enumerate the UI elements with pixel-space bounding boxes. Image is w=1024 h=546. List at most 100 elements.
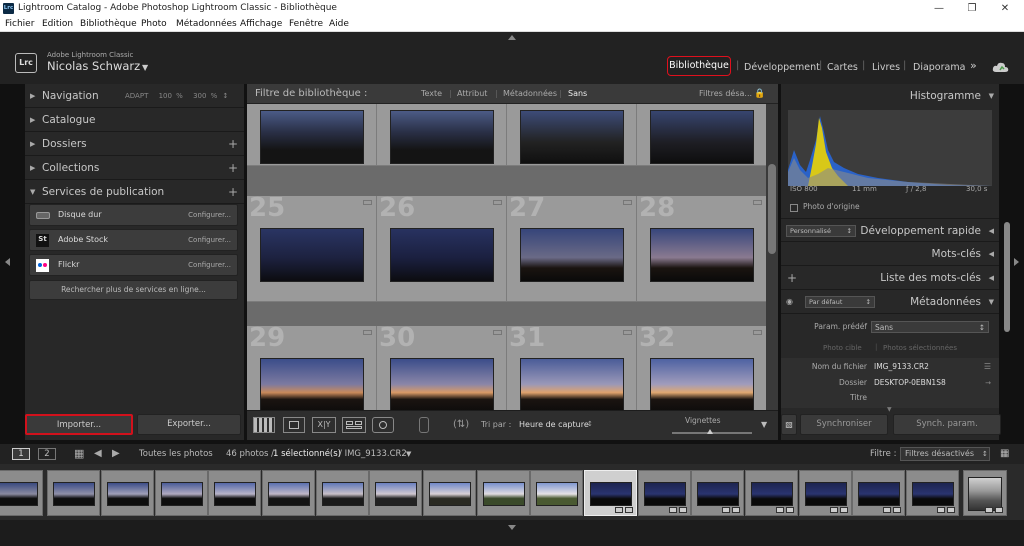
painter-icon[interactable] (419, 417, 429, 433)
flag-icon[interactable] (363, 200, 372, 205)
arrow-left-icon[interactable]: ◀ (94, 444, 102, 464)
photo-thumbnail[interactable] (650, 228, 754, 282)
toolbar-menu-chevron-icon[interactable]: ▼ (761, 420, 767, 429)
photo-thumbnail[interactable] (260, 228, 364, 282)
filmstrip-cell[interactable] (477, 470, 530, 516)
original-photo-checkbox[interactable] (790, 204, 798, 212)
grid-cell[interactable]: 31 (507, 326, 637, 410)
filmstrip-thumbnail[interactable] (805, 482, 847, 506)
grid-cell[interactable] (247, 104, 377, 166)
maximize-icon[interactable]: ❐ (957, 0, 987, 17)
scroll-down-icon[interactable]: ▼ (887, 406, 892, 413)
menu-metadonnees[interactable]: Métadonnées (176, 17, 237, 32)
filmstrip-cell[interactable] (799, 470, 852, 516)
target-photo-option[interactable]: Photo cible (823, 344, 862, 352)
export-button[interactable]: Exporter... (137, 414, 241, 435)
filter-dropdown[interactable]: Filtres désactivés (900, 447, 990, 461)
flag-icon[interactable] (623, 330, 632, 335)
photo-thumbnail[interactable] (650, 358, 754, 410)
filmstrip-thumbnail[interactable] (590, 482, 632, 506)
collections-header[interactable]: ▶ Collections + (25, 156, 244, 180)
grid-cell[interactable]: 30 (377, 326, 507, 410)
module-developpement[interactable]: Développement (744, 62, 820, 73)
module-bibliotheque[interactable]: Bibliothèque (667, 56, 731, 76)
filmstrip-thumbnail[interactable] (858, 482, 900, 506)
filmstrip-thumbnail[interactable] (322, 482, 364, 506)
filmstrip-cell[interactable] (423, 470, 476, 516)
grid-cell[interactable]: 32 (637, 326, 766, 410)
photo-thumbnail[interactable] (520, 358, 624, 410)
filmstrip-cell[interactable] (0, 470, 43, 516)
photo-thumbnail[interactable] (260, 358, 364, 410)
flag-icon[interactable] (493, 200, 502, 205)
add-keyword-icon[interactable]: + (787, 266, 797, 290)
navigation-header[interactable]: ▶ Navigation ADAPT 100 % 300 % ↕ (25, 84, 244, 108)
flag-icon[interactable] (753, 200, 762, 205)
grid-cell[interactable]: 27 (507, 196, 637, 302)
menu-edition[interactable]: Edition (42, 17, 73, 32)
cloud-icon[interactable] (992, 61, 1010, 73)
sort-direction-icon[interactable]: (⇅) (453, 419, 469, 430)
filmstrip-cell-selected[interactable] (584, 470, 637, 516)
filmstrip-cell[interactable] (963, 470, 1007, 516)
collapse-right-icon[interactable] (1014, 258, 1019, 266)
filmstrip-thumbnail[interactable] (697, 482, 739, 506)
source-label[interactable]: Toutes les photos (139, 444, 213, 464)
keyword-list-header[interactable]: + Liste des mots-clés ◀ (781, 266, 999, 290)
filter-lock-icon[interactable]: ▦ (1000, 444, 1009, 464)
filmstrip-cell[interactable] (638, 470, 691, 516)
filmstrip-thumbnail[interactable] (0, 482, 38, 506)
photo-thumbnail[interactable] (390, 110, 494, 164)
filmstrip-thumbnail[interactable] (53, 482, 95, 506)
sync-settings-button[interactable]: Synch. param. (893, 414, 1001, 435)
filmstrip-cell[interactable] (745, 470, 798, 516)
dossiers-header[interactable]: ▶ Dossiers + (25, 132, 244, 156)
scrollbar-thumb[interactable] (768, 164, 776, 254)
eye-icon[interactable]: ◉ (786, 290, 793, 314)
filmstrip-thumbnail[interactable] (536, 482, 578, 506)
meta-preset-dropdown[interactable]: Sans ↕ (871, 321, 989, 333)
loupe-view-icon[interactable] (283, 417, 305, 433)
filmstrip-thumbnail[interactable] (912, 482, 954, 506)
filmstrip-cell[interactable] (530, 470, 583, 516)
filmstrip-thumbnail[interactable] (483, 482, 525, 506)
module-diaporama[interactable]: Diaporama (913, 62, 965, 73)
filmstrip-thumbnail[interactable] (751, 482, 793, 506)
window-2-button[interactable]: 2 (38, 448, 56, 460)
flag-icon[interactable] (493, 330, 502, 335)
minimize-icon[interactable]: — (924, 0, 954, 17)
filmstrip-thumbnail[interactable] (214, 482, 256, 506)
collapse-bottom-icon[interactable] (508, 525, 516, 530)
filmstrip-thumbnail-portrait[interactable] (968, 477, 1002, 511)
quick-develop-header[interactable]: Personnalisé ↕ Développement rapide ◀ (781, 218, 999, 242)
import-button[interactable]: Importer... (25, 414, 133, 435)
zoom-adapt[interactable]: ADAPT (125, 92, 148, 100)
photo-thumbnail[interactable] (520, 228, 624, 282)
flag-icon[interactable] (623, 200, 632, 205)
flag-icon[interactable] (753, 330, 762, 335)
filmstrip-cell[interactable] (262, 470, 315, 516)
catalogue-header[interactable]: ▶ Catalogue (25, 108, 244, 132)
filter-sans[interactable]: Sans (568, 84, 587, 104)
grid-cell[interactable]: 26 (377, 196, 507, 302)
keywords-header[interactable]: Mots-clés ◀ (781, 242, 999, 266)
grid-cell[interactable] (637, 104, 766, 166)
grid-scrollbar[interactable] (766, 104, 778, 410)
filmstrip-cell[interactable] (852, 470, 905, 516)
window-1-button[interactable]: 1 (12, 448, 30, 460)
filename-field[interactable]: IMG_9133.CR2 (871, 361, 989, 373)
grid-cell[interactable] (507, 104, 637, 166)
menu-photo[interactable]: Photo (141, 17, 167, 32)
configure-button[interactable]: Configurer... (188, 230, 231, 250)
zoom-100[interactable]: 100 % (159, 92, 183, 100)
filmstrip-thumbnail[interactable] (268, 482, 310, 506)
add-collection-icon[interactable]: + (228, 156, 238, 180)
file-menu-chevron-icon[interactable]: ▼ (406, 444, 411, 464)
metadata-view-dropdown[interactable]: Par défaut ↕ (805, 296, 875, 308)
collapse-left-icon[interactable] (5, 258, 10, 266)
go-to-folder-icon[interactable]: → (985, 376, 991, 390)
right-panel-scrollbar[interactable] (1003, 84, 1011, 440)
more-modules-icon[interactable]: » (970, 59, 977, 72)
menu-bibliotheque[interactable]: Bibliothèque (80, 17, 137, 32)
filter-presets-dropdown[interactable]: Filtres désa... (699, 84, 752, 104)
